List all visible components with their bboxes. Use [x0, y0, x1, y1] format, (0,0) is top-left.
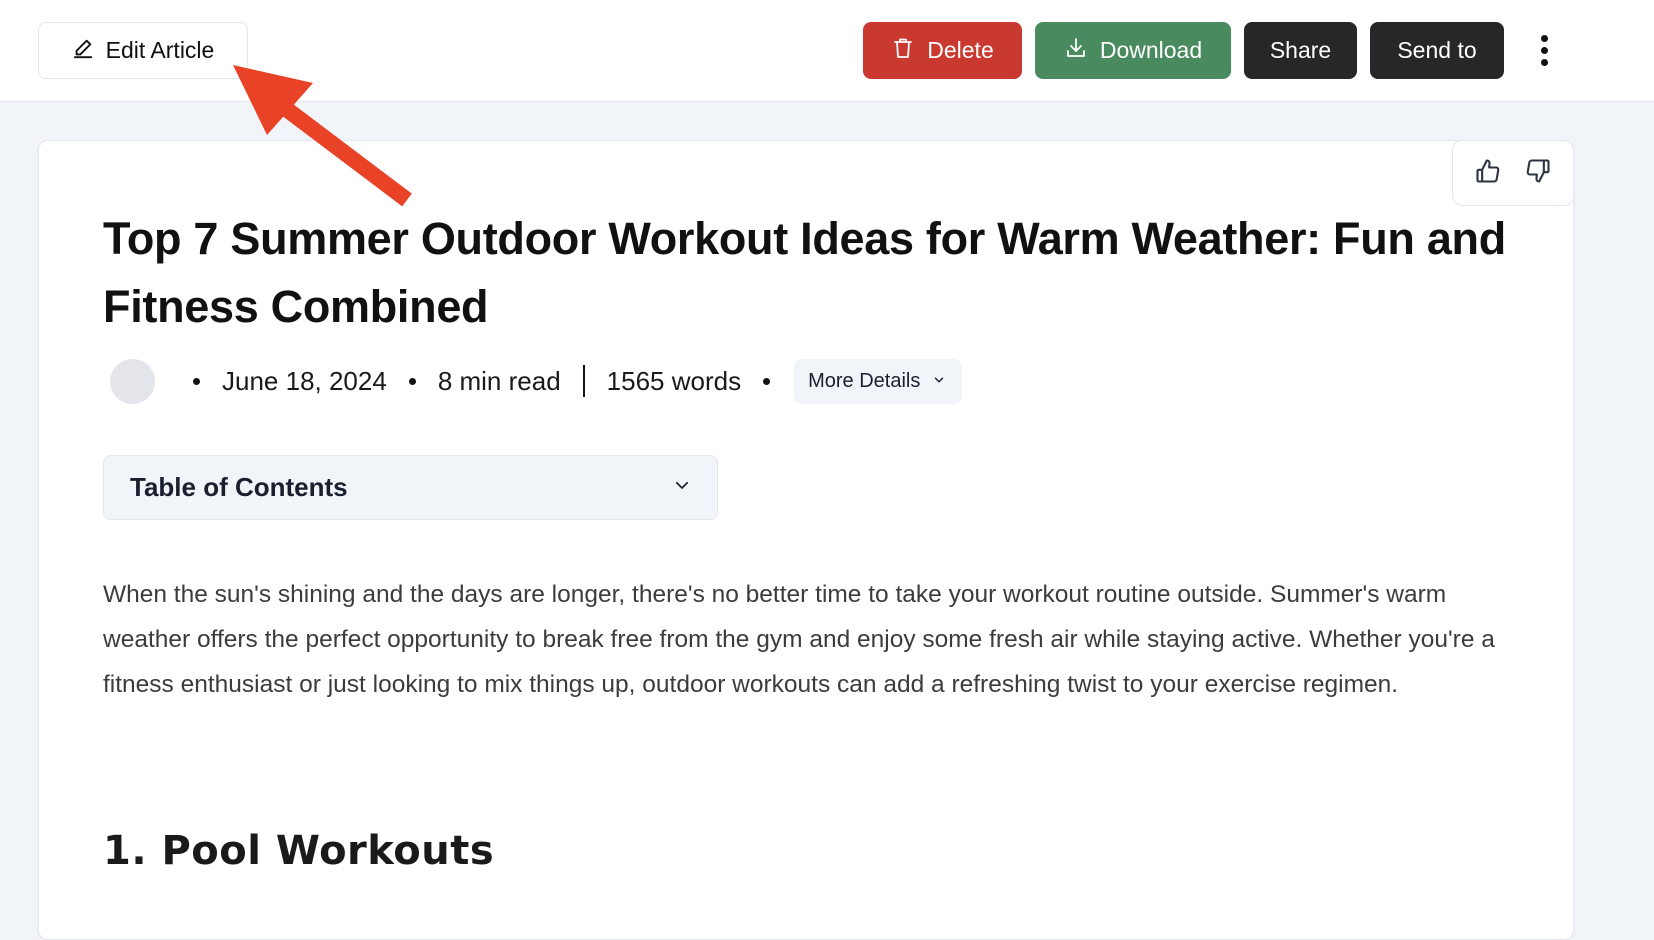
- download-button[interactable]: Download: [1035, 22, 1231, 79]
- toc-label: Table of Contents: [130, 472, 348, 502]
- separator-dot: [408, 377, 416, 385]
- thumbs-down-icon: [1524, 157, 1552, 190]
- download-label: Download: [1099, 37, 1203, 63]
- thumbs-up-icon: [1474, 157, 1502, 190]
- separator-dot: [763, 377, 771, 385]
- word-count: 1565 words: [606, 365, 742, 396]
- share-label: Share: [1269, 37, 1332, 63]
- table-of-contents-toggle[interactable]: Table of Contents: [103, 455, 718, 520]
- chevron-down-icon: [673, 476, 691, 499]
- article-title: Top 7 Summer Outdoor Workout Ideas for W…: [103, 213, 1506, 332]
- separator-dot: [193, 377, 200, 385]
- feedback-box: [1452, 140, 1574, 206]
- thumbs-down-button[interactable]: [1523, 158, 1553, 188]
- article-intro-paragraph: When the sun's shining and the days are …: [103, 581, 1495, 698]
- edit-article-button[interactable]: Edit Article: [38, 22, 248, 79]
- author-avatar[interactable]: [110, 358, 155, 404]
- more-options-button[interactable]: [1532, 30, 1556, 70]
- more-details-button[interactable]: More Details: [794, 358, 963, 404]
- publish-date: June 18, 2024: [222, 365, 387, 396]
- delete-button[interactable]: Delete: [863, 22, 1022, 79]
- edit-article-label: Edit Article: [105, 37, 215, 63]
- kebab-dot: [1540, 58, 1548, 66]
- vertical-divider: [582, 365, 585, 397]
- delete-label: Delete: [927, 37, 994, 63]
- pencil-icon: [72, 37, 94, 65]
- top-toolbar: Edit Article Delete Download Share Send …: [0, 0, 1654, 102]
- share-button[interactable]: Share: [1244, 22, 1357, 79]
- download-icon: [1064, 36, 1088, 66]
- chevron-down-icon: [932, 370, 946, 393]
- kebab-vertical-icon: [1540, 34, 1548, 42]
- trash-icon: [891, 36, 915, 66]
- section-heading: 1. Pool Workouts: [103, 828, 495, 874]
- read-time: 8 min read: [437, 365, 561, 396]
- more-details-label: More Details: [808, 369, 921, 392]
- kebab-dot: [1540, 46, 1548, 54]
- thumbs-up-button[interactable]: [1473, 158, 1503, 188]
- article-meta: June 18, 2024 8 min read 1565 words More…: [110, 358, 963, 404]
- send-to-label: Send to: [1397, 37, 1477, 63]
- send-to-button[interactable]: Send to: [1370, 22, 1504, 79]
